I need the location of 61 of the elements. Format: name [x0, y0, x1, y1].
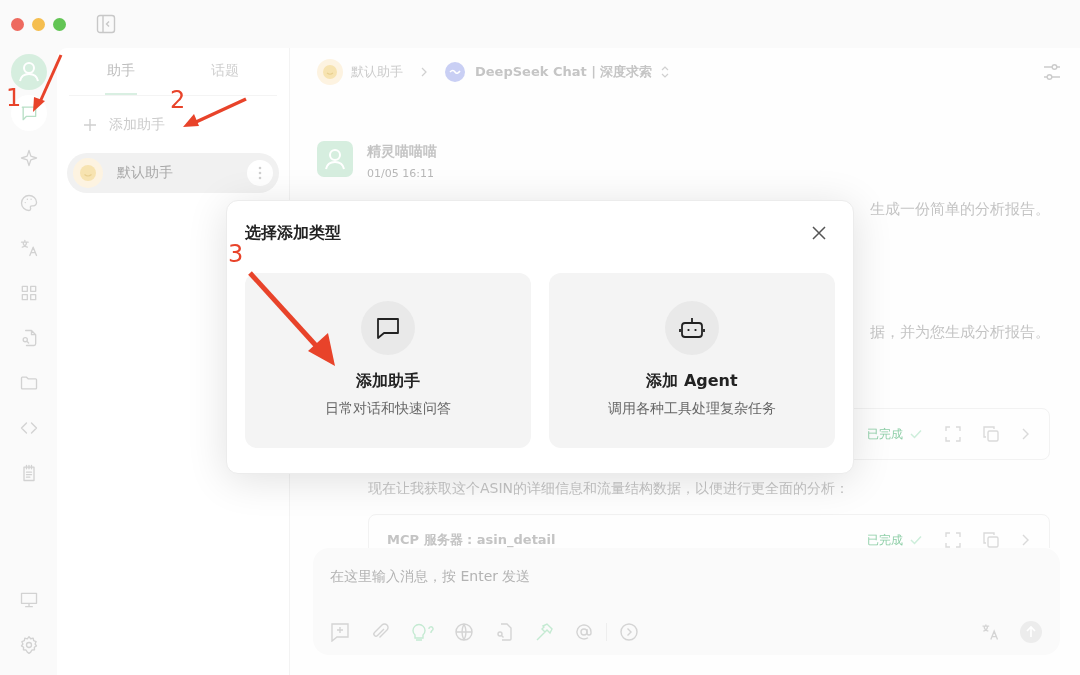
type-option-card[interactable]: 添加 Agent 调用各种工具处理复杂任务 — [549, 273, 835, 448]
palette-icon — [18, 193, 39, 213]
hammer-icon[interactable] — [534, 622, 554, 642]
plus-icon — [83, 118, 97, 132]
annotation-number: 3 — [228, 242, 244, 266]
type-option-card[interactable]: 添加助手 日常对话和快速问答 — [245, 273, 531, 448]
assistant-name: 默认助手 — [117, 164, 174, 182]
assistant-list-item[interactable]: 默认助手 — [67, 153, 279, 193]
chat-bubble-icon — [361, 301, 415, 355]
model-selector[interactable]: DeepSeek Chat | 深度求索 — [475, 63, 653, 81]
translate-icon — [18, 238, 39, 258]
annotation-number: 1 — [6, 86, 22, 110]
option-title: 添加 Agent — [646, 371, 738, 392]
zoom-window-button[interactable] — [53, 17, 66, 31]
smiley-icon — [317, 59, 343, 85]
message-author: 精灵喵喵喵 — [367, 143, 437, 161]
new-topic-icon[interactable] — [330, 622, 350, 642]
message-input-field[interactable]: 在这里输入消息，按 Enter 发送 — [330, 564, 1042, 588]
settings-icon — [18, 635, 39, 655]
mention-icon[interactable] — [574, 622, 594, 642]
option-description: 调用各种工具处理复杂任务 — [608, 400, 776, 418]
chevron-right-icon — [419, 67, 429, 77]
sidebar-toggle-icon[interactable] — [96, 14, 116, 34]
user-avatar-icon — [317, 141, 353, 177]
settings-sliders-icon[interactable] — [1042, 62, 1062, 82]
check-icon — [909, 533, 923, 547]
globe-icon[interactable] — [454, 622, 474, 642]
robot-icon — [665, 301, 719, 355]
more-options-icon[interactable] — [247, 160, 273, 186]
close-icon[interactable] — [811, 225, 827, 241]
copy-icon[interactable] — [983, 426, 999, 442]
sparkle-icon — [18, 148, 39, 168]
model-logo-icon — [445, 62, 465, 82]
chevron-right-icon[interactable] — [1021, 427, 1031, 441]
message-time: 01/05 16:11 — [367, 167, 435, 180]
copy-icon[interactable] — [983, 532, 999, 548]
check-icon — [909, 427, 923, 441]
dialog-title: 选择添加类型 — [245, 222, 341, 244]
option-title: 添加助手 — [356, 371, 420, 392]
tool-call-title: MCP 服务器 : asin_detail — [387, 531, 556, 548]
chevron-right-icon[interactable] — [1021, 533, 1031, 547]
fullscreen-icon[interactable] — [945, 532, 961, 548]
option-description: 日常对话和快速问答 — [325, 400, 451, 418]
annotation-number: 2 — [170, 88, 186, 112]
fullscreen-icon[interactable] — [945, 426, 961, 442]
document-search-icon[interactable] — [494, 622, 514, 642]
up-down-chevron-icon — [660, 65, 671, 79]
chevron-circle-icon[interactable] — [619, 622, 639, 642]
close-window-button[interactable] — [11, 17, 24, 31]
message-text: 据，并为您生成分析报告。 — [869, 323, 1050, 342]
monitor-icon — [18, 590, 39, 610]
tool-status: 已完成 — [867, 531, 903, 548]
lightbulb-icon[interactable] — [410, 622, 434, 642]
minimize-window-button[interactable] — [32, 17, 45, 31]
annotation-arrow — [33, 54, 63, 112]
annotation-arrow — [183, 97, 247, 127]
user-avatar-icon[interactable] — [10, 54, 47, 90]
translate-icon[interactable] — [980, 622, 1000, 642]
smiley-icon — [73, 158, 103, 188]
panel-tab[interactable]: 助手 — [69, 48, 173, 95]
tool-status: 已完成 — [867, 425, 903, 443]
